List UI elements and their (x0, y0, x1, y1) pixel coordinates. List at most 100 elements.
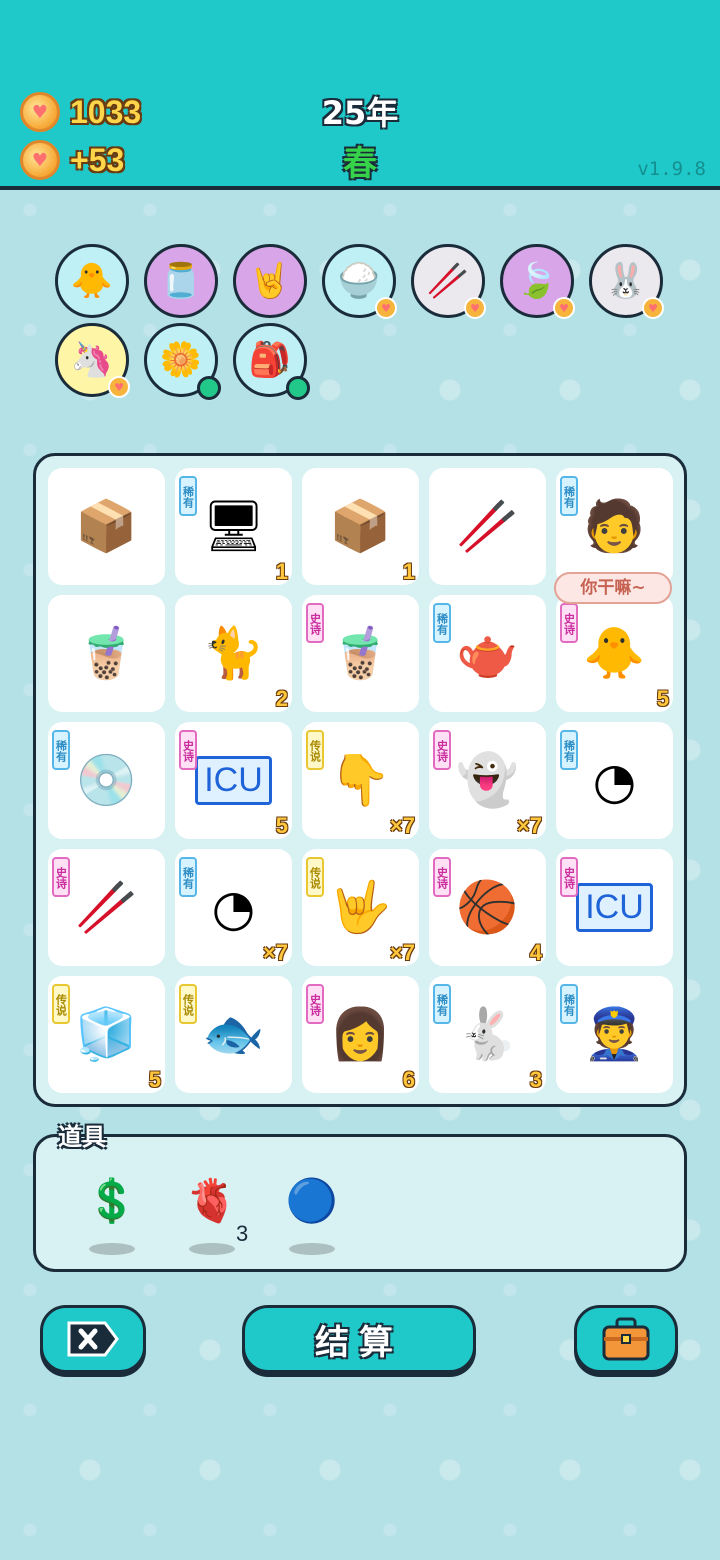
grid-cell-milk-tea-large[interactable]: 🧋 史诗 (302, 595, 419, 712)
tool-shadow (189, 1243, 235, 1255)
chick-with-hair-icon: 🐥 (583, 624, 646, 682)
grid-cell-straw[interactable]: 🥢 (429, 468, 546, 585)
tool-liver-icon[interactable]: 🫀 (182, 1171, 242, 1231)
rarity-tag: 史诗 (433, 857, 451, 897)
grid-cell-rock-hand[interactable]: 🤟 传说 ×7 (302, 849, 419, 966)
coin-income: +53 (70, 141, 125, 178)
grid-cell-cd-disc[interactable]: 💿 稀有 (48, 722, 165, 839)
speedometer-icon: ◔ (211, 878, 256, 937)
rarity-tag: 传说 (306, 730, 324, 770)
collected-unicorn-icon[interactable]: 🦄 ♥ (55, 323, 130, 398)
briefcase-icon (602, 1317, 650, 1361)
item-count: ×7 (516, 813, 542, 838)
rarity-tag: 稀有 (560, 730, 578, 770)
close-icon (67, 1321, 119, 1357)
settle-label: 结算 (315, 1322, 403, 1363)
grid-cell-glasses-boy[interactable]: 🧑 稀有 (556, 468, 673, 585)
rarity-tag: 稀有 (52, 730, 70, 770)
item-count: 1 (402, 559, 415, 584)
grid-cell-fridge[interactable]: 🧊 传说 5 (48, 976, 165, 1093)
item-count: 5 (275, 813, 288, 838)
heart-badge-icon: ♥ (553, 297, 575, 319)
grid-cell-pointing-hand[interactable]: 👇 传说 ×7 (302, 722, 419, 839)
collected-jar-icon[interactable]: 🫙 (144, 244, 218, 318)
glasses-boy-icon: 🧑 (583, 497, 646, 555)
basketball-chick-icon: 🏀 (456, 878, 519, 936)
grid-cell-milk-tea-small[interactable]: 🧋 (48, 595, 165, 712)
tool-shadow (289, 1243, 335, 1255)
item-count: 4 (529, 940, 542, 965)
rarity-tag: 史诗 (433, 730, 451, 770)
collected-flower-pot-icon[interactable]: 🌼 (144, 323, 221, 400)
item-count: 5 (656, 686, 669, 711)
parcel-box-icon: 📦 (329, 497, 392, 555)
parcel-box-icon: 📦 (75, 497, 138, 555)
collected-rock-hand-icon[interactable]: 🤘 (233, 244, 307, 318)
rarity-tag: 稀有 (179, 476, 197, 516)
collected-leaf-icon[interactable]: 🍃 ♥ (500, 244, 575, 319)
rarity-tag: 史诗 (560, 603, 578, 643)
icu-sign-icon: ICU (195, 756, 272, 805)
grid-cell-parcel-box[interactable]: 📦 (48, 468, 165, 585)
grid-cell-rabbit-red[interactable]: 🐇 稀有 3 (429, 976, 546, 1093)
grid-cell-speedometer[interactable]: ◔ 稀有 (556, 722, 673, 839)
year-label: 25年 (321, 94, 399, 132)
grid-cell-speedometer[interactable]: ◔ 稀有 ×7 (175, 849, 292, 966)
collected-chopsticks-icon[interactable]: 🥢 ♥ (411, 244, 486, 319)
item-grid: 📦 🖥 稀有 1 📦 1 🥢 🧑 稀有 🧋 🐈 2 🧋 史诗 🫖 稀有 🐥 史诗 5 💿 稀有 ICU 史诗 5 👇 传说 ×7 👻 史… (33, 453, 687, 1107)
grid-cell-orange-cat[interactable]: 🐈 2 (175, 595, 292, 712)
cd-disc-icon: 💿 (75, 751, 138, 809)
close-button[interactable] (40, 1305, 146, 1373)
pc-tower-icon: 🖥 (201, 497, 266, 555)
tool-coin-dollar-icon[interactable]: 💲 (82, 1171, 142, 1231)
grid-cell-teapot[interactable]: 🫖 稀有 (429, 595, 546, 712)
bag-button[interactable] (574, 1305, 678, 1373)
item-count: ×7 (389, 940, 415, 965)
girl-icon: 👩 (329, 1005, 392, 1063)
heart-badge-icon: ♥ (464, 297, 486, 319)
pointing-hand-icon: 👇 (329, 751, 392, 809)
rabbit-red-icon: 🐇 (456, 1005, 519, 1063)
heart-badge-icon: ♥ (375, 297, 397, 319)
grid-cell-girl[interactable]: 👩 史诗 6 (302, 976, 419, 1093)
rarity-tag: 史诗 (306, 603, 324, 643)
collected-chick-egg-icon[interactable]: 🐥 (55, 244, 129, 318)
grid-cell-chick-with-hair[interactable]: 🐥 史诗 5 (556, 595, 673, 712)
rarity-tag: 稀有 (433, 603, 451, 643)
straw-icon: 🥢 (456, 497, 519, 555)
green-dot-badge (197, 376, 221, 400)
top-status-bar: ♥ 1033 ♥ +53 25年 春 v1.9.8 (0, 0, 720, 190)
rock-hand-icon: 🤟 (329, 878, 392, 936)
grid-cell-pc-tower[interactable]: 🖥 稀有 1 (175, 468, 292, 585)
rarity-tag: 史诗 (52, 857, 70, 897)
settle-button[interactable]: 结算 (242, 1305, 476, 1373)
grid-cell-icu-sign[interactable]: ICU 史诗 5 (175, 722, 292, 839)
grid-cell-basketball-chick[interactable]: 🏀 史诗 4 (429, 849, 546, 966)
rarity-tag: 稀有 (560, 984, 578, 1024)
item-count: 1 (275, 559, 288, 584)
collected-rice-bowl-icon[interactable]: 🍚 ♥ (322, 244, 397, 319)
grid-cell-straw[interactable]: 🥢 史诗 (48, 849, 165, 966)
grid-cell-koi-fish[interactable]: 🐟 传说 (175, 976, 292, 1093)
rarity-tag: 史诗 (179, 730, 197, 770)
rarity-tag: 史诗 (560, 857, 578, 897)
season-label: 春 (343, 144, 377, 184)
tools-panel: 💲 🫀 3 🔵 (33, 1134, 687, 1272)
collected-sack-icon[interactable]: 🎒 (233, 323, 310, 400)
tool-blue-ball-icon[interactable]: 🔵 (282, 1171, 342, 1231)
speech-bubble: 你干嘛~ (554, 572, 672, 604)
grid-cell-ghost[interactable]: 👻 史诗 ×7 (429, 722, 546, 839)
rarity-tag: 传说 (306, 857, 324, 897)
ghost-icon: 👻 (456, 751, 519, 809)
straw-icon: 🥢 (75, 878, 138, 936)
item-count: 6 (402, 1067, 415, 1092)
collected-rabbit-icon[interactable]: 🐰 ♥ (589, 244, 664, 319)
fridge-icon: 🧊 (75, 1005, 138, 1063)
grid-cell-icu-sign[interactable]: ICU 史诗 (556, 849, 673, 966)
coin-income-row: ♥ +53 (20, 140, 124, 180)
police-man-icon: 👮 (583, 1005, 646, 1063)
grid-cell-police-man[interactable]: 👮 稀有 (556, 976, 673, 1093)
coin-total: 1033 (70, 93, 142, 130)
rarity-tag: 稀有 (179, 857, 197, 897)
grid-cell-parcel-box[interactable]: 📦 1 (302, 468, 419, 585)
